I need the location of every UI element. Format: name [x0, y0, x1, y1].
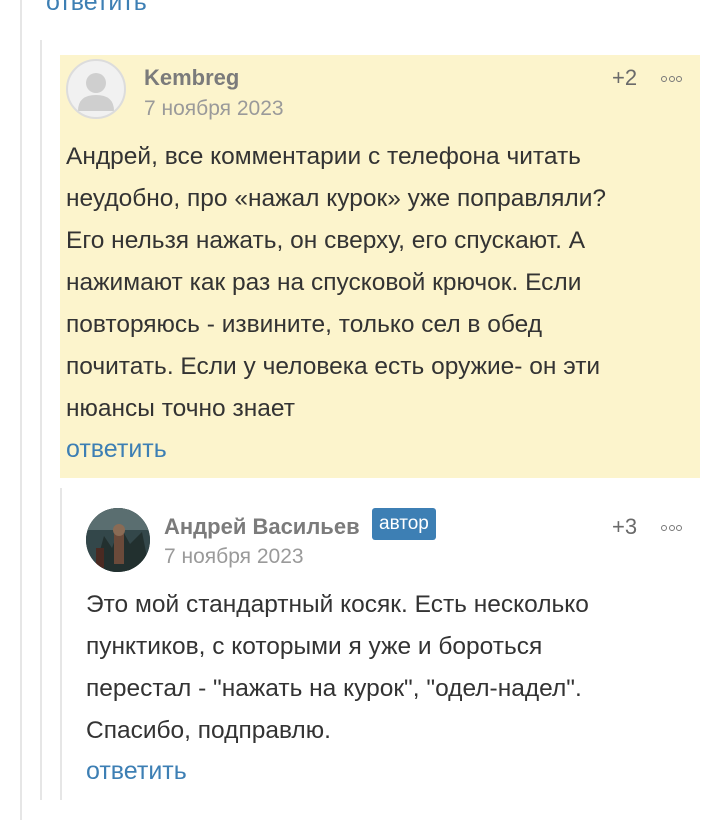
comment-text-line: почитать. Если у человека есть оружие- о…: [66, 353, 601, 380]
comment-text-line: Это мой стандартный косяк. Есть нескольк…: [86, 591, 589, 618]
thread-line-outer: [20, 0, 22, 820]
comment-rating[interactable]: +3: [612, 514, 637, 540]
comment-text-line: Его нельзя нажать, он сверху, его спуска…: [66, 227, 586, 254]
comment-body: Это мой стандартный косяк. Есть нескольк…: [86, 584, 589, 752]
comment-kembreg: Kembreg 7 ноября 2023 +2 Андрей, все ком…: [60, 55, 700, 478]
comment-author[interactable]: Kembreg: [144, 65, 239, 91]
more-dots-icon[interactable]: [661, 69, 691, 82]
default-user-avatar-icon: [78, 73, 114, 111]
thread-line-inner: [40, 40, 42, 800]
reply-link[interactable]: ответить: [66, 435, 167, 464]
comment-text-line: Андрей, все комментарии с телефона читат…: [66, 143, 581, 170]
comment-text-line: нажимают как раз на спусковой крючок. Ес…: [66, 269, 582, 296]
avatar[interactable]: [86, 508, 150, 572]
user-photo-avatar-icon: [86, 508, 150, 572]
reply-link-previous[interactable]: ответить: [46, 0, 147, 17]
reply-link[interactable]: ответить: [86, 757, 187, 786]
comment-text-line: перестал - "нажать на курок", "одел-наде…: [86, 675, 582, 702]
avatar[interactable]: [66, 59, 126, 119]
comment-date[interactable]: 7 ноября 2023: [144, 97, 284, 121]
comment-andrey-vasiliev: Андрей Васильев автор 7 ноября 2023 +3 Э…: [66, 488, 706, 818]
comment-text-line: неудобно, про «нажал курок» уже поправля…: [66, 185, 607, 212]
comment-rating[interactable]: +2: [612, 65, 637, 91]
comment-text-line: Спасибо, подправлю.: [86, 717, 331, 744]
author-badge: автор: [372, 508, 436, 540]
comment-text-line: нюансы точно знает: [66, 395, 295, 422]
thread-line-nested: [60, 488, 62, 800]
more-dots-icon[interactable]: [661, 518, 691, 531]
comment-date[interactable]: 7 ноября 2023: [164, 545, 304, 569]
comment-author[interactable]: Андрей Васильев: [164, 514, 360, 540]
comment-body: Андрей, все комментарии с телефона читат…: [66, 136, 606, 430]
comment-text-line: повторяюсь - извините, только сел в обед: [66, 311, 543, 338]
comment-text-line: пунктиков, с которыми я уже и бороться: [86, 633, 543, 660]
